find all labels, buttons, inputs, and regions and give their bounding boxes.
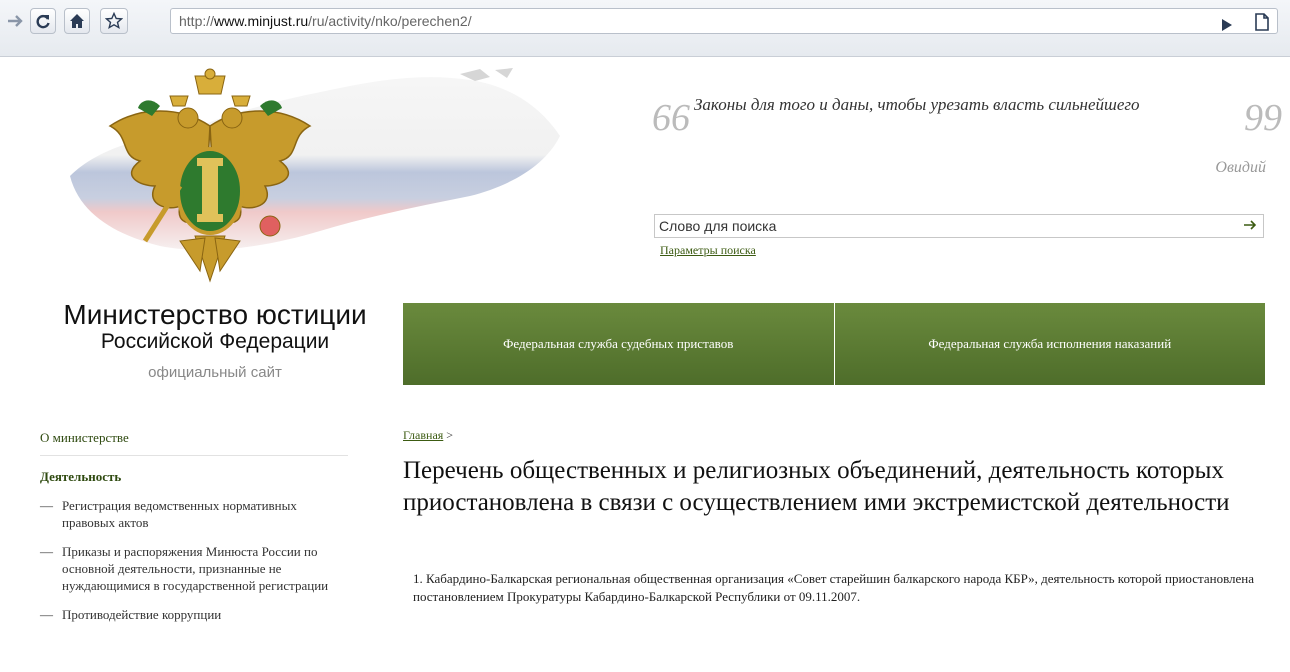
url-prefix: http:// [179,13,215,29]
sidebar-subitem-label: Противодействие коррупции [62,607,222,622]
address-bar[interactable]: http://www.minjust.ru/ru/activity/nko/pe… [170,8,1278,34]
list-item: 1. Кабардино-Балкарская региональная общ… [413,571,1255,604]
go-icon[interactable] [1221,15,1233,39]
page-icon[interactable] [1255,13,1269,38]
reload-button[interactable] [30,8,56,34]
bookmark-button[interactable] [100,8,128,34]
nav-item-penitentiary[interactable]: Федеральная служба исполнения наказаний [833,303,1265,385]
sidebar: О министерстве Деятельность — Регистраци… [40,430,348,623]
bookmark-star-icon [105,12,123,30]
breadcrumb-home-link[interactable]: Главная [403,428,443,442]
sidebar-subitem[interactable]: — Противодействие коррупции [40,606,348,623]
dash-marker: — [40,498,53,513]
reload-icon [36,14,50,29]
breadcrumb: Главная > [403,428,453,443]
quote-text: Законы для того и даны, чтобы урезать вл… [694,95,1140,114]
service-nav: Федеральная служба судебных приставов Фе… [403,303,1265,385]
search-input[interactable] [659,217,1229,235]
sidebar-subitem[interactable]: — Регистрация ведомственных нормативных … [40,497,348,531]
sidebar-subitem[interactable]: — Приказы и распоряжения Минюста России … [40,543,348,594]
quote-close-mark: 99 [1244,97,1282,139]
url-domain: www.minjust.ru [214,13,309,29]
url-text: http://www.minjust.ru/ru/activity/nko/pe… [179,9,472,33]
page-title: Перечень общественных и религиозных объе… [403,457,1230,516]
emblem-icon [108,68,312,283]
site-header: Министерство юстиции Российской Федераци… [0,56,1290,400]
sidebar-item-about[interactable]: О министерстве [40,430,348,456]
browser-toolbar: http://www.minjust.ru/ru/activity/nko/pe… [0,0,1290,57]
quote-open-mark: 66 [652,97,690,139]
search-arrow-icon[interactable] [1243,218,1257,235]
search-params-link[interactable]: Параметры поиска [660,243,756,258]
site-title-line1: Министерство юстиции [63,299,367,330]
dash-marker: — [40,544,53,559]
sidebar-item-activity[interactable]: Деятельность [40,469,348,485]
quote-author: Овидий [1215,159,1266,176]
site-title-line2: Российской Федерации [100,330,330,353]
nav-item-bailiffs[interactable]: Федеральная служба судебных приставов [403,303,834,385]
dash-marker: — [40,607,53,622]
breadcrumb-separator: > [446,428,454,442]
url-path: /ru/activity/nko/perechen2/ [308,13,472,29]
site-tagline: официальный сайт [148,364,282,381]
search-box [654,214,1264,238]
sidebar-subitem-label: Приказы и распоряжения Минюста России по… [62,544,329,593]
site-title[interactable]: Министерство юстиции Российской Федераци… [40,299,390,382]
home-button[interactable] [64,8,90,34]
forward-icon[interactable] [6,12,26,35]
sidebar-subitem-label: Регистрация ведомственных нормативных пр… [62,498,297,530]
home-icon [70,14,84,28]
